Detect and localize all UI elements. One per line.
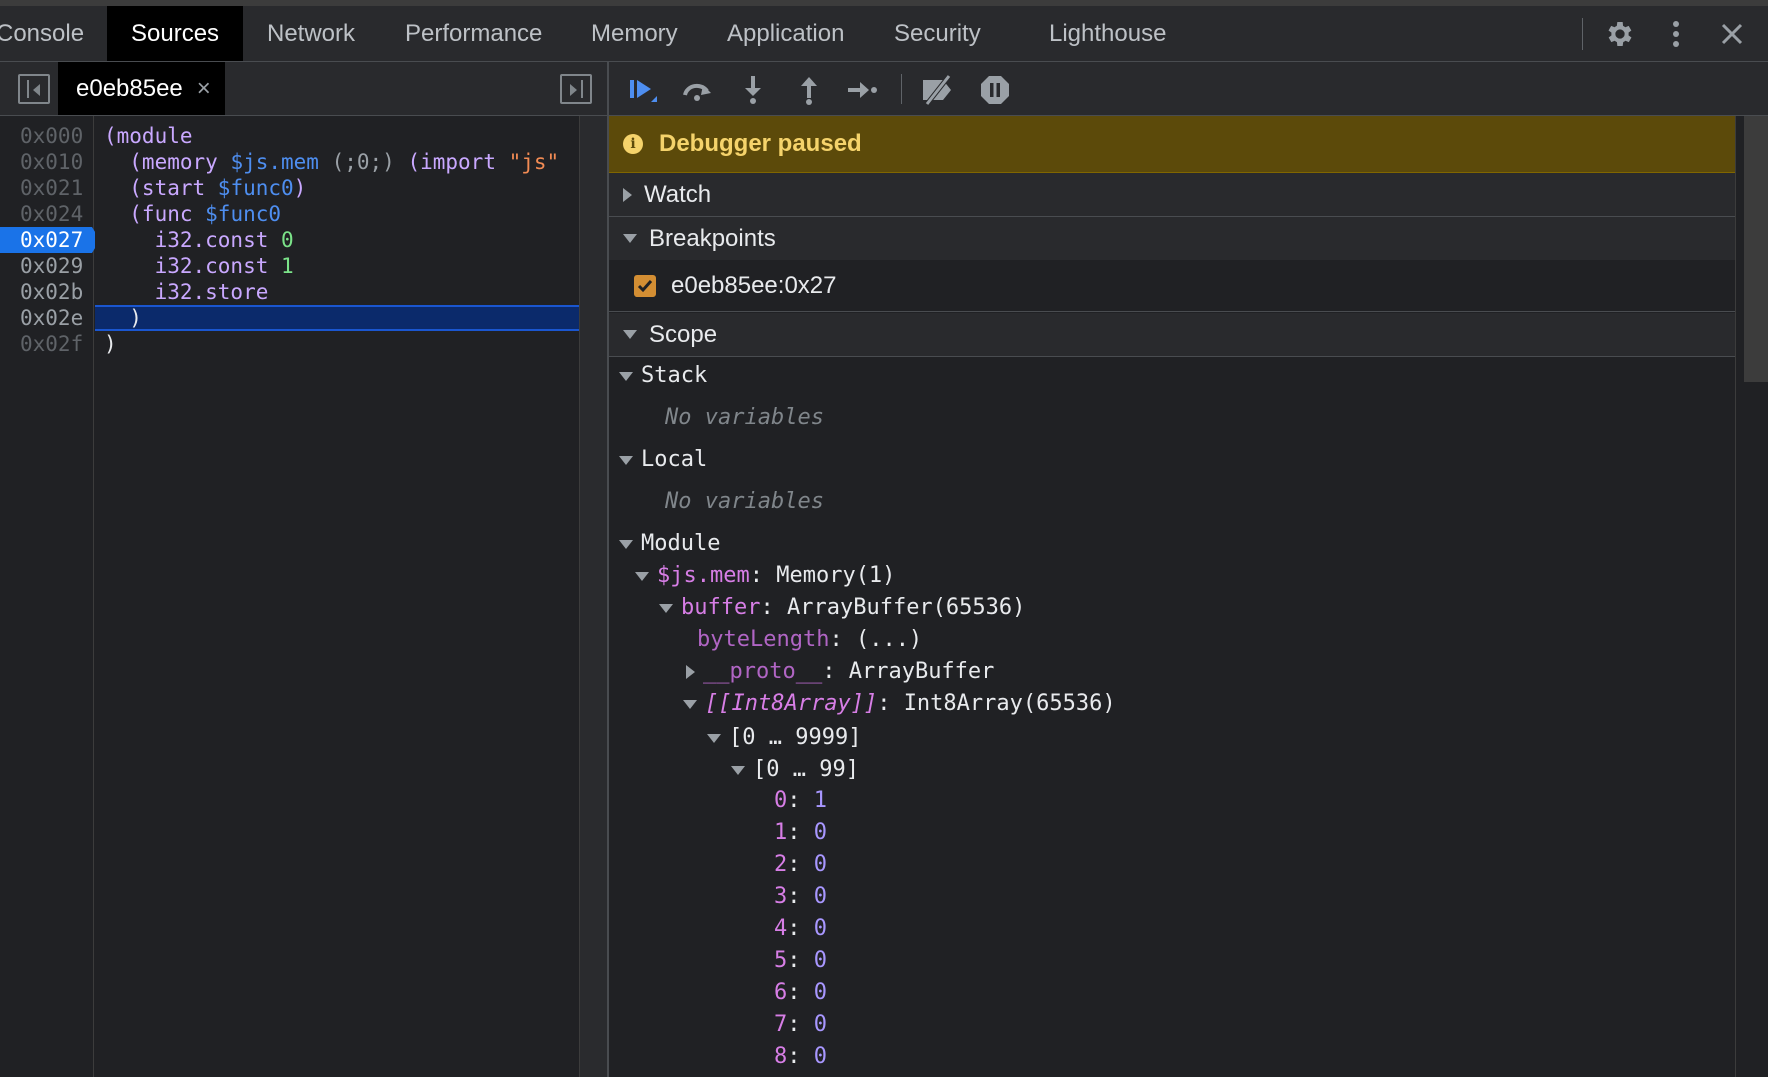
tab-network[interactable]: Network xyxy=(267,6,355,61)
editor-toolbar: e0eb85ee × xyxy=(0,62,608,116)
collapse-arrow-icon xyxy=(635,571,649,581)
line-number[interactable]: 0x02b xyxy=(0,279,94,305)
breakpoint-checkbox[interactable] xyxy=(634,274,656,297)
section-title: Breakpoints xyxy=(649,224,776,252)
collapse-arrow-icon xyxy=(619,455,633,465)
tab-application[interactable]: Application xyxy=(727,6,844,61)
code-line: (start $func0) xyxy=(104,176,307,200)
range-group[interactable]: [0 … 9999] xyxy=(707,723,861,753)
deactivate-breakpoints-icon[interactable] xyxy=(919,72,959,108)
gear-icon[interactable] xyxy=(1600,14,1640,54)
code-editor[interactable]: (module (memory $js.mem (;0;) (import "j… xyxy=(95,116,579,1077)
property-proto[interactable]: __proto__: ArrayBuffer xyxy=(684,657,994,687)
breakpoint-label: e0eb85ee:0x27 xyxy=(671,271,837,299)
line-number[interactable]: 0x029 xyxy=(0,253,94,279)
pause-on-exceptions-icon[interactable] xyxy=(975,72,1015,108)
section-title: Scope xyxy=(649,320,718,348)
scope-local[interactable]: Local xyxy=(619,445,707,475)
step-into-icon[interactable] xyxy=(733,72,773,108)
resume-icon[interactable] xyxy=(623,72,663,108)
no-variables-text: No variables xyxy=(665,489,824,514)
debugger-paused-banner: i Debugger paused xyxy=(609,116,1735,173)
step-icon[interactable] xyxy=(843,72,883,108)
debugger-toolbar xyxy=(609,62,1768,116)
array-entry[interactable]: 5: 0 xyxy=(774,946,827,976)
code-line: i32.const 1 xyxy=(104,254,294,278)
line-number[interactable]: 0x021 xyxy=(0,175,94,201)
property-js-mem[interactable]: $js.mem: Memory(1) xyxy=(635,561,895,591)
line-number[interactable]: 0x02e xyxy=(0,305,94,331)
collapse-arrow-icon xyxy=(659,603,673,613)
line-number[interactable]: 0x000 xyxy=(0,123,94,149)
paused-message: Debugger paused xyxy=(659,130,862,157)
breakpoint-line-number[interactable]: 0x027 xyxy=(0,227,100,253)
devtools-tab-bar: Console Sources Network Performance Memo… xyxy=(0,0,1768,62)
file-tab[interactable]: e0eb85ee × xyxy=(58,62,225,115)
collapse-arrow-icon xyxy=(731,765,745,775)
code-line: (module xyxy=(104,124,193,148)
collapse-arrow-icon xyxy=(619,371,633,381)
code-line: (func $func0 xyxy=(104,202,282,226)
step-out-icon[interactable] xyxy=(789,72,829,108)
close-tab-icon[interactable]: × xyxy=(197,75,211,103)
tab-security[interactable]: Security xyxy=(894,6,981,61)
editor-scrollbar[interactable] xyxy=(579,116,608,1077)
line-number[interactable]: 0x010 xyxy=(0,149,94,175)
tab-sources[interactable]: Sources xyxy=(107,6,244,61)
line-number[interactable]: 0x02f xyxy=(0,331,94,357)
expand-arrow-icon xyxy=(623,187,632,202)
tab-memory[interactable]: Memory xyxy=(591,6,678,61)
breakpoints-section-header[interactable]: Breakpoints xyxy=(609,217,1735,261)
tab-console[interactable]: Console xyxy=(0,6,84,61)
collapse-arrow-icon xyxy=(623,234,637,243)
scope-section-header[interactable]: Scope xyxy=(609,313,1735,357)
debugger-sidebar: i Debugger paused Watch Breakpoints e0eb… xyxy=(609,116,1735,1077)
execution-line: ) xyxy=(95,305,579,331)
array-entry[interactable]: 6: 0 xyxy=(774,978,827,1008)
watch-section-header[interactable]: Watch xyxy=(609,173,1735,217)
code-line: i32.const 0 xyxy=(104,228,294,252)
line-number-gutter: 0x000 0x010 0x021 0x024 0x027 0x029 0x02… xyxy=(0,116,100,1077)
collapse-arrow-icon xyxy=(623,330,637,339)
array-entry[interactable]: 1: 0 xyxy=(774,818,827,848)
array-entry[interactable]: 3: 0 xyxy=(774,882,827,912)
range-group[interactable]: [0 … 99] xyxy=(731,755,859,785)
code-line: i32.store xyxy=(104,280,269,304)
close-icon[interactable] xyxy=(1712,14,1752,54)
scrollbar-thumb[interactable] xyxy=(1744,116,1768,382)
collapse-arrow-icon xyxy=(683,699,697,709)
array-entry[interactable]: 7: 0 xyxy=(774,1010,827,1040)
expand-arrow-icon xyxy=(686,665,695,679)
info-icon: i xyxy=(623,134,643,154)
scope-module[interactable]: Module xyxy=(619,529,720,559)
code-line: (memory $js.mem (;0;) (import "js" xyxy=(104,150,560,174)
array-entry[interactable]: 0: 1 xyxy=(774,786,827,816)
kebab-menu-icon[interactable] xyxy=(1656,14,1696,54)
code-line: ) xyxy=(104,332,117,356)
collapse-arrow-icon xyxy=(619,539,633,549)
sidebar-scrollbar[interactable] xyxy=(1735,116,1768,1077)
toggle-navigator-button[interactable] xyxy=(18,74,50,104)
toggle-debugger-button[interactable] xyxy=(560,74,592,104)
array-entry[interactable]: 2: 0 xyxy=(774,850,827,880)
property-bytelength[interactable]: byteLength: (...) xyxy=(697,625,922,655)
toolbar-divider xyxy=(1582,18,1583,50)
no-variables-text: No variables xyxy=(665,405,824,430)
array-entry[interactable]: 4: 0 xyxy=(774,914,827,944)
tab-performance[interactable]: Performance xyxy=(405,6,542,61)
step-over-icon[interactable] xyxy=(677,72,717,108)
line-number[interactable]: 0x024 xyxy=(0,201,94,227)
file-tab-name: e0eb85ee xyxy=(76,74,183,102)
toolbar-divider xyxy=(901,74,902,104)
section-title: Watch xyxy=(644,180,712,208)
tab-lighthouse[interactable]: Lighthouse xyxy=(1049,6,1166,61)
array-entry[interactable]: 8: 0 xyxy=(774,1042,827,1072)
breakpoint-item[interactable]: e0eb85ee:0x27 xyxy=(609,260,1735,312)
scope-stack[interactable]: Stack xyxy=(619,361,707,391)
property-int8array[interactable]: [[Int8Array]]: Int8Array(65536) xyxy=(683,689,1116,719)
property-buffer[interactable]: buffer: ArrayBuffer(65536) xyxy=(659,593,1025,623)
collapse-arrow-icon xyxy=(707,733,721,743)
